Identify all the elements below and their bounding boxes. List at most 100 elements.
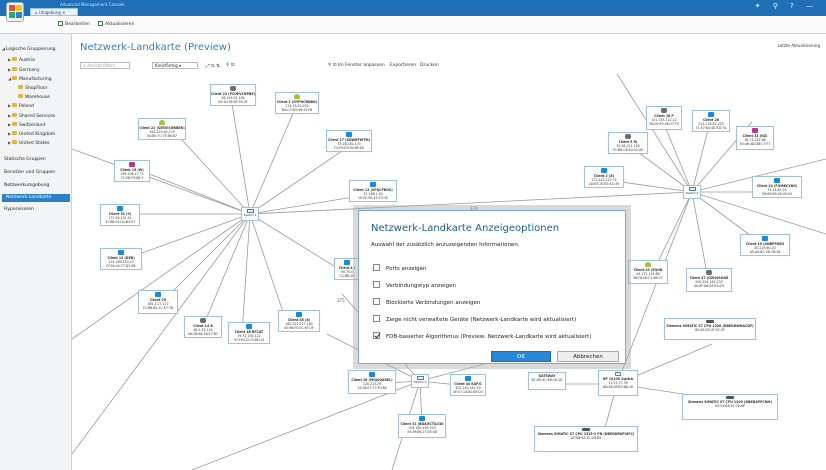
device-node[interactable]: Client 26 212.218.61.223 71:57:64:4D:ED:7A xyxy=(692,110,730,132)
linux-icon xyxy=(159,120,165,125)
device-node[interactable]: Client 18 P 151.155.112.12 3D:09:F0:A8:37:… xyxy=(646,106,682,130)
tree-item-united-kingdom[interactable]: ▶ United Kingdom xyxy=(8,131,55,137)
tab-label: Umgebung xyxy=(38,10,61,15)
tree-item-manufacturing[interactable]: ◢ Manufacturing xyxy=(8,76,52,82)
device-node[interactable]: Client 12 (DEB) 114.169.230.23 FF:FA:44:77… xyxy=(100,248,142,270)
switch-node[interactable]: Switch 2 xyxy=(683,185,701,199)
tree-item-switzerland[interactable]: ▶ Switzerland xyxy=(8,122,45,128)
refresh-icon xyxy=(98,21,103,26)
windows-icon xyxy=(246,324,252,329)
option-show-blocked[interactable]: Blockierte Verbindungen anzeigen xyxy=(373,298,480,306)
device-node[interactable]: Client 43 (EQGB 24.172.118.88 38:F8:00:C1:… xyxy=(628,260,668,284)
fit-window-button[interactable]: ⚲ ⊡ Im Fenster anpassen xyxy=(328,63,385,68)
search-input[interactable]: ⚲ Ansicht filtern xyxy=(80,62,130,69)
usb-icon xyxy=(200,318,206,323)
search-map-icon[interactable]: ⚲ ⊡ xyxy=(226,63,235,68)
tab-environment[interactable]: ⌂ Umgebung ✕ xyxy=(30,8,78,16)
device-node[interactable]: Client 22 (SERVICNRBEN) 163.223.40.179 00:… xyxy=(138,118,186,140)
device-node[interactable]: Client 4 (95.75.0 CC:BB:2E xyxy=(334,258,360,280)
print-button[interactable]: Drucken xyxy=(420,63,439,68)
refresh-button[interactable]: Aktualisieren xyxy=(98,21,134,27)
sidebar-users-groups[interactable]: Benutzer und Gruppen xyxy=(4,170,55,175)
device-node[interactable]: Client 15 (W) 199.106.27.71 71:0D:F9:88:3 xyxy=(114,160,150,182)
device-node[interactable]: Client 23 (PCDEVCNPBE) 56.159.31.185 00:2D… xyxy=(210,84,256,106)
checkbox[interactable] xyxy=(373,281,380,288)
sidebar-network-map[interactable]: Netzwerk-Landkarte xyxy=(2,194,70,202)
option-show-connection-type[interactable]: Verbindungstyp anzeigen xyxy=(373,281,456,289)
usb-icon xyxy=(230,86,236,91)
windows-icon xyxy=(346,132,352,137)
link-label: 375 xyxy=(337,298,345,303)
title-bar: Advanced Management Console ⌂ Umgebung ✕… xyxy=(0,0,826,16)
windows-icon xyxy=(118,250,124,255)
device-node[interactable]: Siemens SIMATIC S7 CPU 1200 (DBEDDWNACDF… xyxy=(664,318,756,340)
plc-icon xyxy=(726,396,734,399)
ok-button[interactable]: OK xyxy=(491,351,551,362)
checkbox-checked[interactable] xyxy=(373,332,380,339)
switch-node[interactable]: Switch 1 xyxy=(241,207,259,221)
sidebar-section-logical[interactable]: ◢Logische Gruppierung xyxy=(2,46,56,52)
device-node[interactable]: Client 1 (GYPHCBDBD) 174.76.20.202 DA:C3:D… xyxy=(275,92,319,114)
device-node[interactable]: Client 44 KAFIC 202.140.181.19 4F:07:1A:81… xyxy=(450,374,486,396)
device-node[interactable]: Client 46 BFCAT 79.72.130.122 97:F6:CD:73:… xyxy=(228,322,270,344)
tree-item-shared-services[interactable]: ▶ Shared Services xyxy=(8,113,55,119)
device-node[interactable]: Client 17 (SDWRFWTM) 33.140.82.170 F2:F9:D… xyxy=(326,130,372,152)
device-node[interactable]: Client 25 185.4.17.117 FC:B8:82:1C:E7:78 xyxy=(138,290,178,314)
desktop-icon xyxy=(129,162,135,167)
windows-icon xyxy=(117,206,123,211)
option-show-unmanaged[interactable]: Zeige nicht verwaltete Geräte (Netzwerk-… xyxy=(373,315,576,323)
device-node[interactable]: Client 31 (BDAOCTILGUI 104.180.195.223 34:… xyxy=(398,414,446,438)
checkbox[interactable] xyxy=(373,264,380,271)
tree-item-poland[interactable]: ▶ Poland xyxy=(8,103,34,109)
tree-item-warehouse[interactable]: Warehouse xyxy=(18,94,50,100)
checkbox[interactable] xyxy=(373,298,380,305)
tree-item-austria[interactable]: ▶ Austria xyxy=(8,57,35,63)
device-node[interactable]: Client 33 (NZ) 28.74.252.66 50:46:4D:DB:C7… xyxy=(736,126,774,150)
checkbox[interactable] xyxy=(373,315,380,322)
device-node[interactable]: Client 5 R(35.28.221.190 FC:B8:C8:A4:02:A… xyxy=(608,132,648,154)
zoom-icons[interactable]: ⤢ ⇆ ⇅ xyxy=(206,63,220,69)
dialog-title: Netzwerk-Landkarte Anzeigeoptionen xyxy=(371,223,560,234)
windows-icon xyxy=(762,236,768,241)
sidebar-static-groups[interactable]: Statische Gruppen xyxy=(4,157,46,162)
device-node[interactable]: Client 10 (ANBPPGB3 40.229.60.20 A0:A0:8C:… xyxy=(740,234,790,256)
page-title: Netzwerk-Landkarte (Preview) xyxy=(80,42,231,53)
windows-icon xyxy=(774,178,780,183)
switch-node[interactable]: Switch 3 xyxy=(411,374,429,388)
device-node[interactable]: Client 47 (QZHQSHAR 200.204.161.233 4A:9F:… xyxy=(686,268,732,292)
windows-icon xyxy=(465,376,471,381)
windows-icon xyxy=(708,112,714,117)
option-fdb-algorithm[interactable]: FDB-basierter Algorithmus (Preview, Netz… xyxy=(373,332,591,340)
device-node[interactable]: Client 32 (9) 172.46.231.41 37:86:24:D4:B4… xyxy=(100,204,140,226)
device-node[interactable]: Siemens SIMATIC S7 CPU 1515-2 PN (DBEDDR… xyxy=(534,426,638,452)
device-node[interactable]: Client 45 (8) 182.225.227.180 0E:96:F0:0C:… xyxy=(278,310,320,332)
device-node[interactable]: HP 1910V Switch 11.33.77.39 8D:48:0F:B3:BA… xyxy=(598,370,638,396)
windows-icon xyxy=(370,182,376,187)
device-node[interactable]: GATEWAY 6C:D5:4C:E8:16:1D xyxy=(528,372,566,390)
linux-icon xyxy=(645,262,651,267)
app-title: Advanced Management Console xyxy=(60,2,125,7)
layout-select[interactable]: Kreisförmig ▾ xyxy=(152,62,198,69)
toolbar: Bearbeiten Aktualisieren xyxy=(0,16,826,34)
dialog-subtitle: Auswahl der zusätzlich anzuzeigenden Inf… xyxy=(371,242,520,248)
device-node[interactable]: Client 14 B 46.2.52.145 0A:2B:8A:3A:F7:B2 xyxy=(184,316,222,338)
app-logo-icon[interactable] xyxy=(6,2,24,22)
sidebar-network-environment[interactable]: Netzwerkumgebung xyxy=(4,183,49,188)
option-show-ports[interactable]: Ports anzeigen xyxy=(373,264,427,272)
windows-icon xyxy=(155,292,161,297)
device-node[interactable]: Client 24 (FOMBCXNS) 74.14.87.24 59:69:B9:… xyxy=(752,176,802,198)
window-controls[interactable]: ✦ ⚲ ? — xyxy=(755,2,818,10)
device-node[interactable]: Client 12 (SPQCFRDS) 37.198.1.40 1E:5C:94:… xyxy=(349,180,397,202)
last-update-text: Letzte Aktualisierung xyxy=(777,43,820,48)
device-node[interactable]: Client 16 (MOJSQAREL) 120.213.29 74:28:07:… xyxy=(348,370,396,394)
edit-button[interactable]: Bearbeiten xyxy=(58,21,90,27)
tree-item-germany[interactable]: ▶ Germany xyxy=(8,67,40,73)
cancel-button[interactable]: Abbrechen xyxy=(557,351,619,362)
device-node[interactable]: Client 2 (8) 171.241.222.74 2A:63:25:B5:4C… xyxy=(584,166,624,188)
export-button[interactable]: Exportieren xyxy=(390,63,416,68)
tree-item-united-states[interactable]: ▶ United States xyxy=(8,140,49,146)
windows-icon xyxy=(419,416,425,421)
sidebar-hypervisors[interactable]: Hypervisoren xyxy=(4,207,34,212)
tree-item-shopfloor[interactable]: ShopFloor xyxy=(18,85,48,91)
device-node[interactable]: Siemens SIMATIC S7 CPU 1200 (DBEDAPPCNM)… xyxy=(682,394,778,420)
